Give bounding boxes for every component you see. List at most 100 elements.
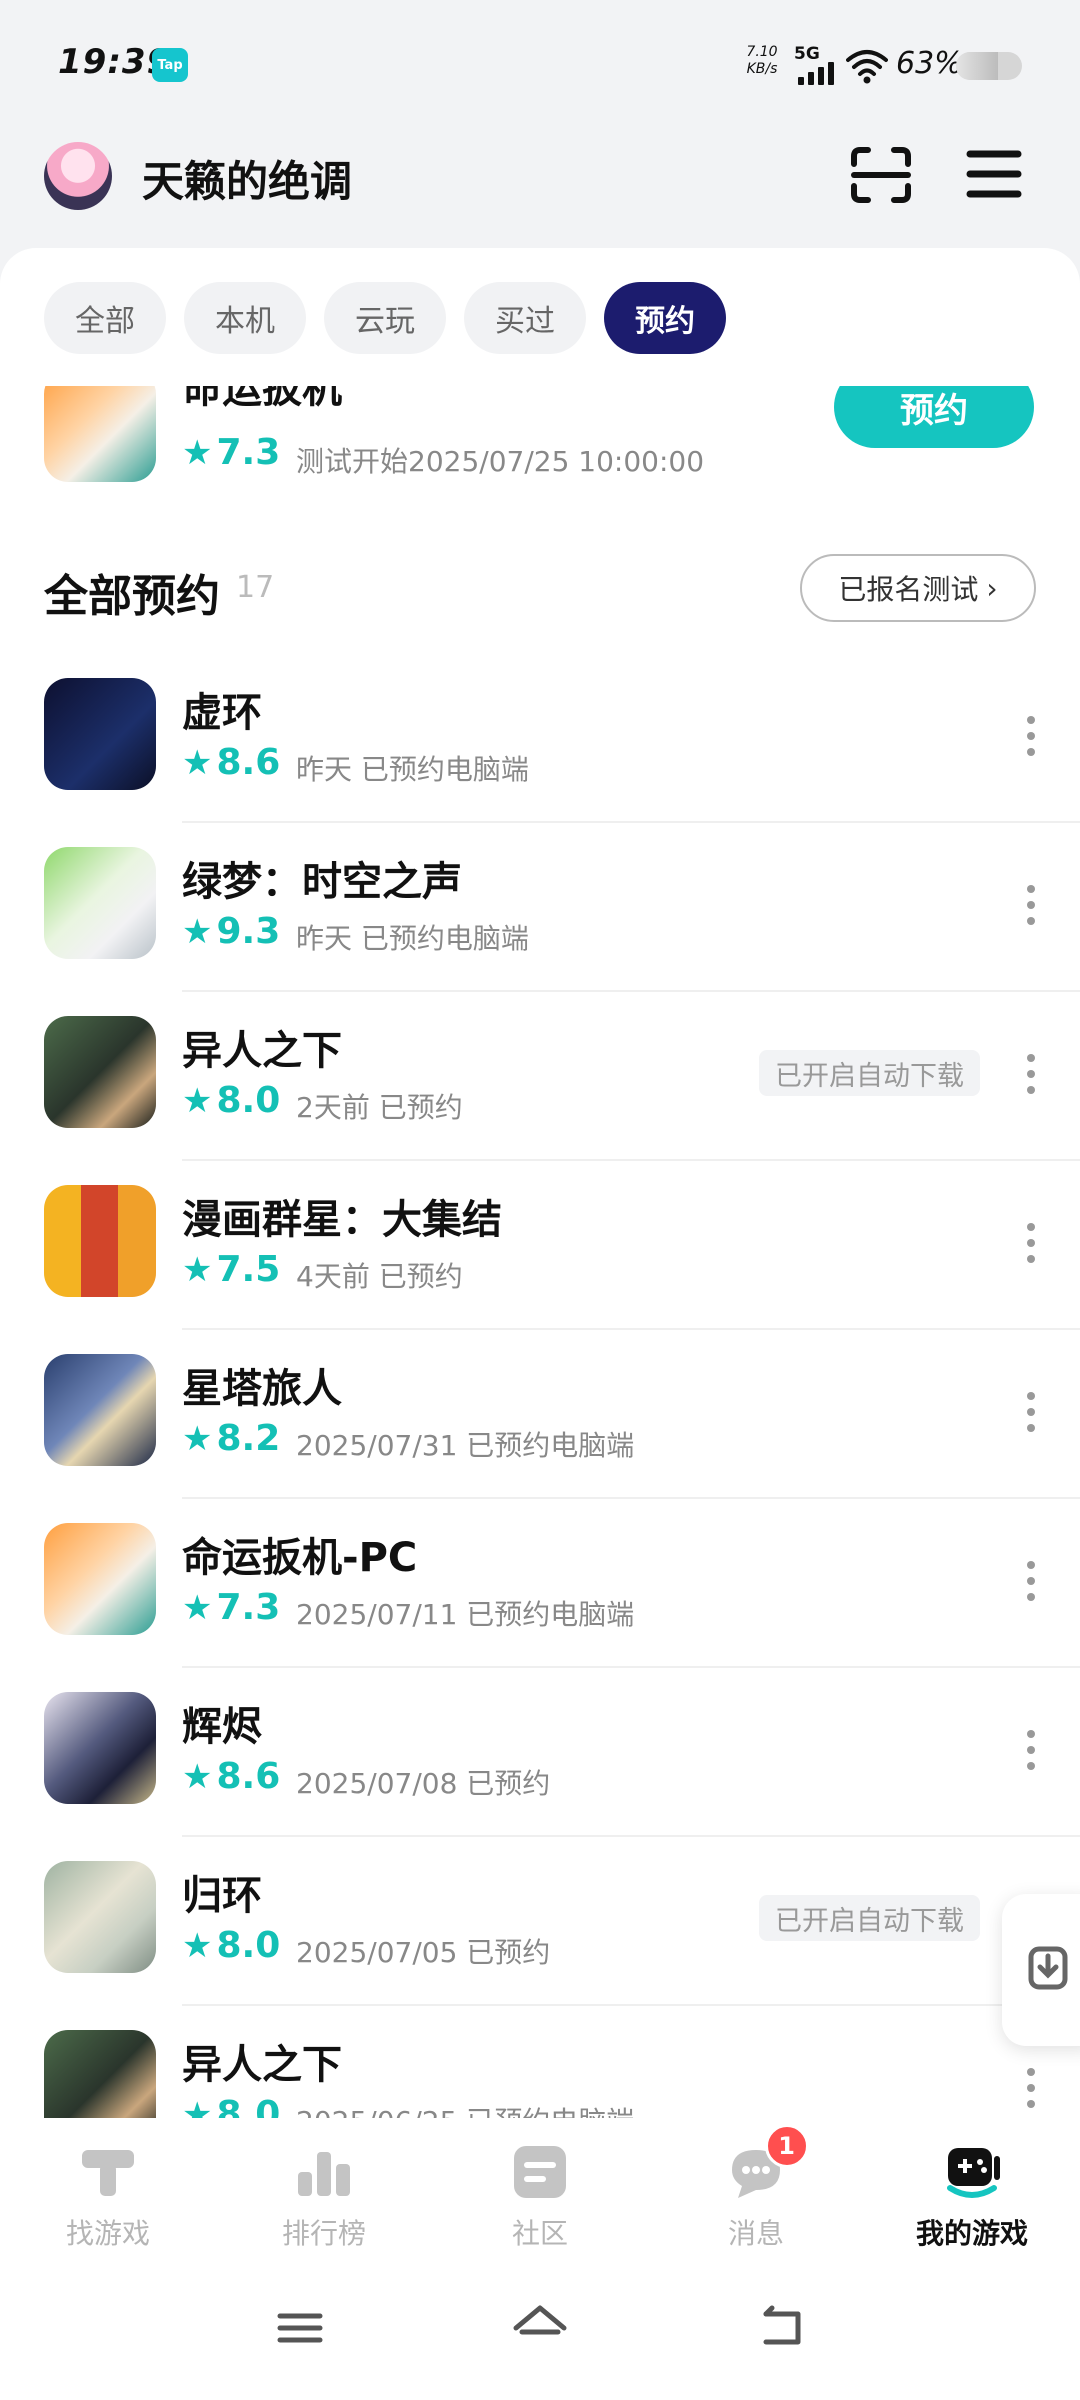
game-meta: 4天前 已预约 bbox=[296, 1260, 463, 1293]
star-icon: ★ bbox=[182, 1418, 213, 1459]
download-icon bbox=[1028, 1946, 1068, 1990]
home-icon[interactable] bbox=[510, 2298, 570, 2358]
game-title: 归环 bbox=[182, 1873, 262, 1919]
star-icon: ★ bbox=[182, 432, 213, 473]
network-speed-unit: KB/s bbox=[746, 61, 778, 77]
list-item[interactable]: 虚环 ★ 8.6 昨天 已预约电脑端 bbox=[0, 654, 1080, 823]
my-games-panel: 全部 本机 云玩 买过 预约 命运扳机 ★ 7.3 测试开始2025/07/25… bbox=[0, 248, 1080, 2118]
ranking-icon bbox=[298, 2152, 350, 2196]
list-item[interactable]: 异人之下 ★8.0 2025/06/25 已预约电脑端 bbox=[0, 2006, 1080, 2118]
game-meta: 2025/07/31 已预约电脑端 bbox=[296, 1429, 635, 1462]
nav-label: 社区 bbox=[511, 2217, 568, 2250]
star-icon: ★ bbox=[182, 2094, 213, 2119]
star-icon: ★ bbox=[182, 742, 213, 783]
star-icon: ★ bbox=[182, 1587, 213, 1628]
game-icon[interactable] bbox=[44, 678, 156, 790]
discover-icon bbox=[82, 2150, 134, 2196]
list-item[interactable]: 辉烬 ★ 8.6 2025/07/08 已预约 bbox=[0, 1668, 1080, 1837]
auto-download-badge: 已开启自动下载 bbox=[759, 1050, 980, 1096]
nav-find-games[interactable]: 找游戏 bbox=[0, 2118, 216, 2258]
game-icon[interactable] bbox=[44, 847, 156, 959]
filter-chip-local[interactable]: 本机 bbox=[184, 282, 306, 354]
game-icon[interactable] bbox=[44, 386, 156, 482]
game-icon[interactable] bbox=[44, 1692, 156, 1804]
game-title: 绿梦：时空之声 bbox=[182, 859, 462, 905]
filter-chip-all[interactable]: 全部 bbox=[44, 282, 166, 354]
game-title: 异人之下 bbox=[182, 2042, 342, 2088]
profile-header: 天籁的绝调 bbox=[0, 130, 1080, 250]
list-item[interactable]: 命运扳机-PC ★ 7.3 2025/07/11 已预约电脑端 bbox=[0, 1499, 1080, 1668]
list-item[interactable]: 星塔旅人 ★ 8.2 2025/07/31 已预约电脑端 bbox=[0, 1330, 1080, 1499]
battery-icon bbox=[956, 52, 1022, 80]
section-title: 全部预约 bbox=[44, 571, 220, 622]
back-icon[interactable] bbox=[752, 2298, 812, 2358]
community-icon bbox=[514, 2146, 566, 2198]
auto-download-badge: 已开启自动下载 bbox=[759, 1895, 980, 1941]
filter-chip-purchased[interactable]: 买过 bbox=[464, 282, 586, 354]
taptap-notification-icon: Tap bbox=[152, 48, 188, 82]
game-icon[interactable] bbox=[44, 1185, 156, 1297]
recent-apps-icon[interactable] bbox=[270, 2298, 330, 2358]
nav-my-games[interactable]: 我的游戏 bbox=[864, 2118, 1080, 2258]
game-list-viewport[interactable]: 命运扳机 ★ 7.3 测试开始2025/07/25 10:00:00 预约 全部… bbox=[0, 386, 1080, 2118]
star-icon: ★ bbox=[182, 1080, 213, 1121]
menu-icon[interactable] bbox=[966, 148, 1022, 200]
game-rating: ★ 8.2 bbox=[182, 1418, 281, 1459]
game-rating: ★ 8.6 bbox=[182, 742, 281, 783]
game-meta: 2025/07/05 已预约 bbox=[296, 1936, 551, 1969]
status-bar: 19:39 Tap 7.10 KB/s 5G 63% bbox=[0, 0, 1080, 130]
nav-messages[interactable]: 1 消息 bbox=[648, 2118, 864, 2258]
nav-label: 我的游戏 bbox=[915, 2217, 1028, 2250]
more-options-icon[interactable] bbox=[1026, 1730, 1036, 1770]
game-rating: ★ 7.5 bbox=[182, 1249, 281, 1290]
game-icon[interactable] bbox=[44, 1861, 156, 1973]
filter-chip-reserved[interactable]: 预约 bbox=[604, 282, 726, 354]
system-navigation-bar bbox=[0, 2258, 1080, 2400]
signed-up-tests-button[interactable]: 已报名测试 › bbox=[800, 554, 1036, 622]
more-options-icon[interactable] bbox=[1026, 716, 1036, 756]
floating-download-handle[interactable] bbox=[1002, 1894, 1080, 2046]
star-icon: ★ bbox=[182, 1756, 213, 1797]
scan-icon[interactable] bbox=[850, 146, 912, 204]
filter-chips: 全部 本机 云玩 买过 预约 bbox=[44, 282, 726, 354]
nav-community[interactable]: 社区 bbox=[432, 2118, 648, 2258]
list-item[interactable]: 漫画群星：大集结 ★ 7.5 4天前 已预约 bbox=[0, 1161, 1080, 1330]
nav-label: 找游戏 bbox=[65, 2217, 150, 2250]
game-meta: 2025/06/25 已预约电脑端 bbox=[296, 2100, 634, 2118]
nav-label: 消息 bbox=[727, 2217, 784, 2250]
list-item[interactable]: 绿梦：时空之声 ★ 9.3 昨天 已预约电脑端 bbox=[0, 823, 1080, 992]
game-title: 漫画群星：大集结 bbox=[182, 1197, 502, 1243]
network-speed: 7.10 KB/s bbox=[742, 44, 782, 78]
gamepad-icon bbox=[947, 2148, 1000, 2198]
list-item[interactable]: 异人之下 ★ 8.0 2天前 已预约 已开启自动下载 bbox=[0, 992, 1080, 1161]
chevron-right-icon: › bbox=[986, 571, 998, 605]
more-options-icon[interactable] bbox=[1026, 2068, 1036, 2108]
game-icon[interactable] bbox=[44, 2030, 156, 2118]
more-options-icon[interactable] bbox=[1026, 1561, 1036, 1601]
list-item[interactable]: 命运扳机 ★ 7.3 测试开始2025/07/25 10:00:00 预约 bbox=[0, 386, 1080, 486]
star-icon: ★ bbox=[182, 1249, 213, 1290]
game-title: 命运扳机 bbox=[182, 386, 342, 412]
nav-ranking[interactable]: 排行榜 bbox=[216, 2118, 432, 2258]
game-meta: 测试开始2025/07/25 10:00:00 bbox=[296, 445, 705, 478]
game-rating: ★ 8.0 bbox=[182, 1925, 281, 1966]
more-options-icon[interactable] bbox=[1026, 1054, 1036, 1094]
game-meta: 2025/07/11 已预约电脑端 bbox=[296, 1598, 635, 1631]
more-options-icon[interactable] bbox=[1026, 1223, 1036, 1263]
more-options-icon[interactable] bbox=[1026, 885, 1036, 925]
game-title: 异人之下 bbox=[182, 1028, 342, 1074]
game-title: 命运扳机-PC bbox=[182, 1535, 418, 1581]
game-rating: ★ 8.0 bbox=[182, 1080, 281, 1121]
game-title: 虚环 bbox=[182, 690, 262, 736]
reserve-button[interactable]: 预约 bbox=[834, 386, 1034, 448]
game-icon[interactable] bbox=[44, 1354, 156, 1466]
more-options-icon[interactable] bbox=[1026, 1392, 1036, 1432]
game-rating: ★ 7.3 bbox=[182, 1587, 281, 1628]
filter-chip-cloud[interactable]: 云玩 bbox=[324, 282, 446, 354]
username[interactable]: 天籁的绝调 bbox=[142, 148, 352, 209]
list-item[interactable]: 归环 ★ 8.0 2025/07/05 已预约 已开启自动下载 bbox=[0, 1837, 1080, 2006]
game-rating: ★ 7.3 bbox=[182, 432, 281, 473]
game-icon[interactable] bbox=[44, 1523, 156, 1635]
game-icon[interactable] bbox=[44, 1016, 156, 1128]
avatar[interactable] bbox=[44, 142, 112, 210]
